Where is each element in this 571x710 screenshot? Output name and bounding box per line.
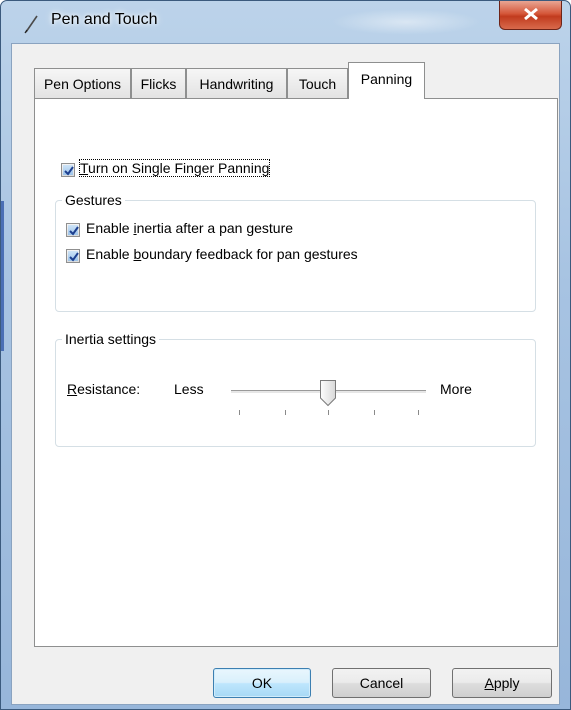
single-finger-panning-checkbox[interactable] [61, 163, 75, 177]
pen-icon [21, 13, 43, 35]
close-x-icon [522, 7, 540, 24]
desktop-edge [1, 201, 4, 351]
boundary-feedback-label[interactable]: Enable boundary feedback for pan gesture… [86, 246, 358, 262]
panning-tab-panel: Turn on Single Finger Panning Gestures E… [34, 98, 558, 647]
ok-button-label: OK [251, 675, 273, 691]
tab-panning[interactable]: Panning [348, 62, 425, 99]
slider-tick [418, 410, 419, 415]
window-title: Pen and Touch [51, 11, 158, 28]
close-button[interactable] [499, 1, 562, 30]
inertia-checkbox[interactable] [66, 223, 80, 237]
checkmark-icon [69, 226, 79, 236]
slider-tick [328, 410, 329, 415]
more-label: More [440, 381, 472, 397]
slider-tick [239, 410, 240, 415]
ok-button[interactable]: OK [213, 668, 311, 698]
pen-and-touch-window: Pen and Touch Pen Options Flicks Handwri… [0, 0, 571, 710]
tab-label: Pen Options [43, 75, 122, 92]
inertia-label[interactable]: Enable inertia after a pan gesture [86, 220, 293, 236]
tab-handwriting[interactable]: Handwriting [186, 68, 287, 98]
apply-button[interactable]: Apply [452, 668, 552, 698]
tab-label: Handwriting [199, 75, 274, 92]
inertia-settings-group-title: Inertia settings [62, 331, 160, 347]
slider-tick [285, 410, 286, 415]
checkmark-icon [64, 166, 74, 176]
title-glow [331, 9, 481, 35]
cancel-button-label: Cancel [359, 675, 404, 691]
tab-pen-options[interactable]: Pen Options [34, 68, 131, 98]
tab-touch[interactable]: Touch [287, 68, 348, 98]
tab-flicks[interactable]: Flicks [131, 68, 186, 98]
apply-button-label: Apply [484, 675, 520, 691]
resistance-label: Resistance: [67, 381, 141, 397]
tab-label: Flicks [140, 75, 177, 92]
slider-tick [374, 410, 375, 415]
dialog-client-area: Pen Options Flicks Handwriting Touch Pan… [11, 43, 560, 705]
cancel-button[interactable]: Cancel [332, 668, 431, 698]
tab-label: Panning [360, 71, 413, 87]
checkmark-icon [69, 252, 79, 262]
single-finger-panning-label[interactable]: Turn on Single Finger Panning [78, 159, 271, 177]
boundary-feedback-checkbox[interactable] [66, 249, 80, 263]
resistance-slider-thumb[interactable] [319, 379, 337, 410]
less-label: Less [174, 381, 204, 397]
tab-label: Touch [298, 75, 337, 92]
gestures-group-title: Gestures [62, 192, 125, 208]
title-bar[interactable]: Pen and Touch [1, 1, 570, 43]
